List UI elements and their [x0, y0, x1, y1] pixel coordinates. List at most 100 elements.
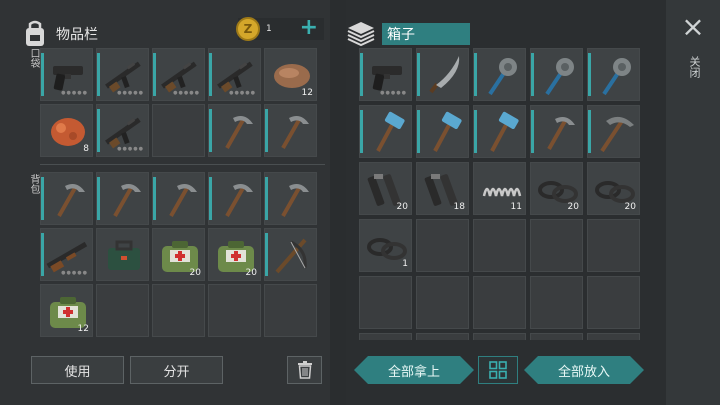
hammer-icon [376, 111, 405, 152]
coin-counter: Z 1 + [236, 15, 324, 41]
durability-bar [474, 53, 477, 96]
pickaxe-icon [225, 116, 253, 149]
backpack-slot[interactable] [152, 284, 205, 337]
crate-slot[interactable]: 20 [530, 162, 583, 215]
backpack-slot[interactable] [96, 172, 149, 225]
pocket-slot[interactable] [264, 104, 317, 157]
crate-slot[interactable] [587, 276, 640, 329]
item-count: 8 [83, 144, 89, 154]
durability-bar [209, 53, 212, 96]
crate-slot[interactable]: ●●●●● [359, 48, 412, 101]
item-count: 20 [189, 268, 201, 278]
inventory-panel: 物品栏 Z 1 + 口袋 背包 ●●●●● ●●●●● ●●●●● ●●●●● 12 8 ●… [0, 0, 330, 405]
crate-slot[interactable] [473, 333, 526, 340]
backpack-slot[interactable]: 12 [40, 284, 93, 337]
durability-bar [97, 53, 100, 96]
backpack-slot[interactable] [208, 172, 261, 225]
crate-slot[interactable]: 18 [416, 162, 469, 215]
hammer-icon [490, 111, 519, 152]
crate-panel: 箱子 ●●●●● 20 18 11 20 20 1 全部拿上 全部放入 [346, 0, 666, 405]
pocket-slot[interactable] [208, 104, 261, 157]
backpack-slot[interactable] [40, 172, 93, 225]
quality-dots: ●●●●● [61, 270, 88, 276]
crate-slot[interactable] [530, 333, 583, 340]
crate-slot[interactable] [473, 219, 526, 272]
durability-bar [531, 53, 534, 96]
crate-slot[interactable] [359, 105, 412, 158]
crate-slot[interactable]: 20 [359, 162, 412, 215]
pocket-slot[interactable]: 12 [264, 48, 317, 101]
quality-dots: ●●●●● [117, 146, 144, 152]
mace-icon [545, 58, 574, 96]
crate-slot[interactable] [587, 48, 640, 101]
backpack-label: 背包 [28, 174, 39, 194]
pocket-slot[interactable]: 8 [40, 104, 93, 157]
backpack-slot[interactable]: 20 [208, 228, 261, 281]
put-all-button[interactable]: 全部放入 [524, 356, 644, 384]
coin-icon: Z [236, 17, 260, 41]
backpack-slot[interactable]: 20 [152, 228, 205, 281]
durability-bar [209, 177, 212, 220]
crate-slot[interactable] [359, 333, 412, 340]
pocket-slot[interactable]: ●●●●● [40, 48, 93, 101]
pockets-grid: ●●●●● ●●●●● ●●●●● ●●●●● 12 8 ●●●●● [40, 48, 317, 157]
crate-slot[interactable] [359, 276, 412, 329]
item-count: 20 [396, 202, 408, 212]
pickaxe-icon [57, 184, 85, 217]
crate-slot[interactable] [473, 276, 526, 329]
item-count: 12 [301, 88, 313, 98]
backpack-slot[interactable] [96, 284, 149, 337]
crate-slot[interactable] [416, 48, 469, 101]
durability-bar [360, 53, 363, 96]
use-button[interactable]: 使用 [31, 356, 124, 384]
crate-slot[interactable]: 20 [587, 162, 640, 215]
crate-slot[interactable] [416, 105, 469, 158]
backpack-slot[interactable]: ●●●●● [40, 228, 93, 281]
pickaxe-icon [225, 184, 253, 217]
item-count: 11 [510, 202, 522, 212]
crate-slot[interactable]: 11 [473, 162, 526, 215]
crate-slot[interactable]: 1 [359, 219, 412, 272]
split-button[interactable]: 分开 [130, 356, 223, 384]
backpack-slot[interactable] [152, 172, 205, 225]
pickaxe-icon [281, 184, 309, 217]
backpack-slot[interactable] [264, 172, 317, 225]
pocket-slot[interactable]: ●●●●● [208, 48, 261, 101]
crate-slot[interactable] [530, 276, 583, 329]
item-count: 12 [77, 324, 89, 334]
coin-count: 1 [266, 24, 272, 34]
crate-slot[interactable] [416, 219, 469, 272]
crate-slot[interactable] [530, 219, 583, 272]
backpack-slot[interactable] [264, 284, 317, 337]
grid-view-button[interactable] [478, 356, 518, 384]
item-count: 18 [453, 202, 465, 212]
trash-button[interactable] [287, 356, 322, 384]
crate-slot[interactable] [530, 105, 583, 158]
crate-slot[interactable] [587, 219, 640, 272]
durability-bar [97, 177, 100, 220]
pocket-slot[interactable]: ●●●●● [152, 48, 205, 101]
close-label[interactable]: 关闭 [686, 56, 702, 78]
crate-slot[interactable] [473, 48, 526, 101]
quality-dots: ●●●●● [229, 90, 256, 96]
backpack-slot[interactable] [96, 228, 149, 281]
backpack-slot[interactable] [264, 228, 317, 281]
crate-slot[interactable] [416, 333, 469, 340]
add-coins-button[interactable]: + [300, 15, 318, 40]
backpack-icon [26, 20, 44, 46]
crate-slot[interactable] [416, 276, 469, 329]
backpack-slot[interactable] [208, 284, 261, 337]
toolkit-icon [108, 240, 140, 270]
inventory-title: 物品栏 [56, 27, 98, 43]
pocket-slot[interactable]: ●●●●● [96, 104, 149, 157]
crate-slot[interactable] [587, 105, 640, 158]
item-count: 20 [245, 268, 257, 278]
quality-dots: ●●●●● [173, 90, 200, 96]
pocket-slot[interactable] [152, 104, 205, 157]
close-icon[interactable]: × [680, 13, 706, 41]
crate-slot[interactable] [587, 333, 640, 340]
crate-slot[interactable] [473, 105, 526, 158]
crate-slot[interactable] [530, 48, 583, 101]
pocket-slot[interactable]: ●●●●● [96, 48, 149, 101]
take-all-button[interactable]: 全部拿上 [354, 356, 474, 384]
